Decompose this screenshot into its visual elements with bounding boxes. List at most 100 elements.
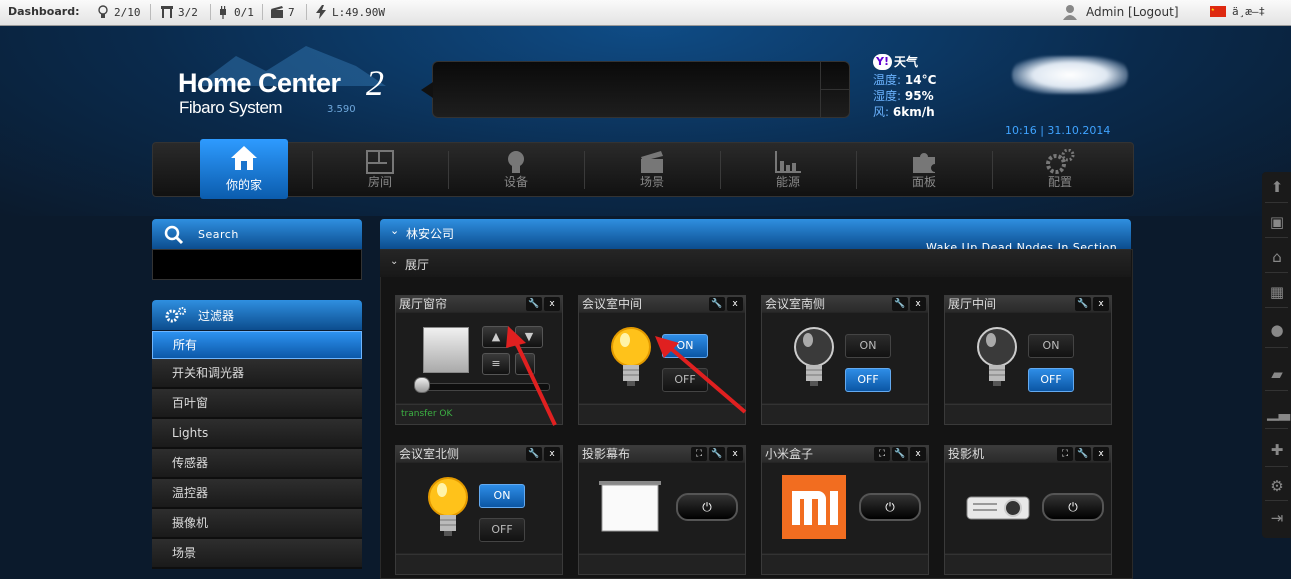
- chevron-down-icon: ⌄: [390, 256, 399, 267]
- close-icon[interactable]: x: [1093, 447, 1109, 461]
- nav-rooms[interactable]: 房间: [336, 143, 424, 196]
- lights-stat[interactable]: 2/10: [96, 4, 141, 20]
- expand-icon[interactable]: ⛶: [1057, 447, 1073, 461]
- blind-down-button[interactable]: ▼: [515, 326, 543, 348]
- puzzle-icon[interactable]: ✚: [1267, 440, 1287, 460]
- floorplan-icon[interactable]: ▦: [1267, 282, 1287, 302]
- slider-knob[interactable]: [414, 377, 430, 393]
- search-input[interactable]: [152, 249, 362, 280]
- device-name: 展厅中间: [948, 297, 997, 311]
- expand-icon[interactable]: ⛶: [691, 447, 707, 461]
- wind-row: 风: 6km/h: [873, 105, 935, 119]
- filter-item-all[interactable]: 所有: [152, 331, 362, 359]
- user-menu[interactable]: Admin [Logout]: [1062, 4, 1179, 20]
- device-name: 会议室中间: [582, 297, 643, 311]
- message-scroll[interactable]: [820, 62, 849, 117]
- message-box: [421, 61, 850, 118]
- house-icon[interactable]: ⌂: [1267, 247, 1287, 267]
- close-icon[interactable]: x: [544, 447, 560, 461]
- logo-title: Home Center: [178, 68, 341, 98]
- nav-settings[interactable]: 配置: [1016, 143, 1104, 196]
- scenes-stat[interactable]: 7: [270, 4, 295, 20]
- wrench-icon[interactable]: 🔧: [709, 297, 725, 311]
- filter-item-lights[interactable]: Lights: [152, 419, 362, 449]
- power-stat[interactable]: L:49.90W: [314, 4, 385, 20]
- nav-devices[interactable]: 设备: [472, 143, 560, 196]
- divider: [306, 4, 307, 20]
- nav-scenes[interactable]: 场景: [608, 143, 696, 196]
- temperature-row: 温度: 14°C: [873, 73, 937, 87]
- wrench-icon[interactable]: 🔧: [892, 447, 908, 461]
- bulb-icon[interactable]: ●: [1267, 320, 1287, 340]
- filter-item-cameras[interactable]: 摄像机: [152, 509, 362, 539]
- on-button[interactable]: ON: [662, 334, 708, 358]
- user-icon: [1063, 5, 1077, 20]
- language-selector[interactable]: ä¸­æ–‡: [1210, 5, 1265, 18]
- nav-energy[interactable]: 能源: [744, 143, 832, 196]
- power-button[interactable]: ⏻: [1042, 493, 1104, 521]
- plugs-stat[interactable]: 0/1: [216, 4, 254, 20]
- wrench-icon[interactable]: 🔧: [1075, 297, 1091, 311]
- on-button[interactable]: ON: [479, 484, 525, 508]
- close-icon[interactable]: x: [910, 447, 926, 461]
- off-button[interactable]: OFF: [845, 368, 891, 392]
- off-button[interactable]: OFF: [662, 368, 708, 392]
- nav-your-home[interactable]: 你的家: [200, 139, 288, 199]
- room-header[interactable]: ⌄ 展厅: [380, 250, 1131, 277]
- device-card-light: 会议室北侧 🔧 x ON OFF: [395, 445, 563, 575]
- wrench-icon[interactable]: 🔧: [892, 297, 908, 311]
- power-button[interactable]: ⏻: [676, 493, 738, 521]
- device-card-light: 会议室中间 🔧 x ON OFF: [578, 295, 746, 425]
- filter-item-blinds[interactable]: 百叶窗: [152, 389, 362, 419]
- user-logout-link[interactable]: Admin [Logout]: [1086, 5, 1179, 19]
- room-title: 展厅: [405, 258, 430, 272]
- off-button[interactable]: OFF: [479, 518, 525, 542]
- save-icon[interactable]: ▣: [1267, 212, 1287, 232]
- logo-subtitle: Fibaro System: [179, 98, 283, 117]
- on-button[interactable]: ON: [1028, 334, 1074, 358]
- blind-extra-button[interactable]: [515, 353, 535, 375]
- wrench-icon[interactable]: 🔧: [526, 297, 542, 311]
- arrow-up-icon[interactable]: ⬆: [1267, 177, 1287, 197]
- device-name: 会议室北侧: [399, 447, 460, 461]
- dashboard-bar: Dashboard: 2/10 3/2 0/1 7 L:49.90W Admin…: [0, 0, 1291, 26]
- filter-panel-header: 过滤器: [152, 300, 362, 330]
- close-icon[interactable]: x: [727, 297, 743, 311]
- blind-up-button[interactable]: ▲: [482, 326, 510, 348]
- blind-stop-button[interactable]: ≡: [482, 353, 510, 375]
- expand-icon[interactable]: ⛶: [874, 447, 890, 461]
- close-icon[interactable]: x: [1093, 297, 1109, 311]
- floorplan-icon: [366, 150, 394, 174]
- power-button[interactable]: ⏻: [859, 493, 921, 521]
- close-icon[interactable]: x: [727, 447, 743, 461]
- gears-icon: [165, 307, 186, 323]
- bar-chart-icon[interactable]: ▁▃: [1267, 402, 1290, 422]
- filter-item-thermostats[interactable]: 温控器: [152, 479, 362, 509]
- device-card-screen: 投影幕布 ⛶ 🔧 x ⏻: [578, 445, 746, 575]
- filter-item-sensors[interactable]: 传感器: [152, 449, 362, 479]
- wrench-icon[interactable]: 🔧: [709, 447, 725, 461]
- humidity-row: 湿度: 95%: [873, 89, 934, 103]
- lightbulb-off-icon: [977, 327, 1017, 386]
- on-button[interactable]: ON: [845, 334, 891, 358]
- filter-item-switches[interactable]: 开关和调光器: [152, 359, 362, 389]
- close-icon[interactable]: x: [544, 297, 560, 311]
- logout-icon[interactable]: ⇥: [1267, 508, 1287, 528]
- blind-icon: [161, 6, 173, 18]
- gear-icon[interactable]: ⚙: [1267, 476, 1287, 496]
- off-button[interactable]: OFF: [1028, 368, 1074, 392]
- gears-icon: [1046, 149, 1075, 174]
- lightbulb-on-icon: [428, 477, 468, 536]
- nav-panels[interactable]: 面板: [880, 143, 968, 196]
- main-navigation: 你的家 房间 设备 场景 能源 面板 配置: [152, 139, 1134, 199]
- date-time: 10:16 | 31.10.2014: [1005, 124, 1111, 137]
- close-icon[interactable]: x: [910, 297, 926, 311]
- filter-item-scenes[interactable]: 场景: [152, 539, 362, 569]
- weather-title-text: 天气: [893, 55, 918, 69]
- blinds-stat[interactable]: 3/2: [160, 4, 198, 20]
- device-card-blind: 展厅窗帘 🔧 x ▲ ▼ ≡ transfer OK: [395, 295, 563, 425]
- wrench-icon[interactable]: 🔧: [526, 447, 542, 461]
- wrench-icon[interactable]: 🔧: [1075, 447, 1091, 461]
- blind-level-slider[interactable]: [416, 383, 550, 391]
- clapper-icon[interactable]: ▰: [1267, 364, 1287, 384]
